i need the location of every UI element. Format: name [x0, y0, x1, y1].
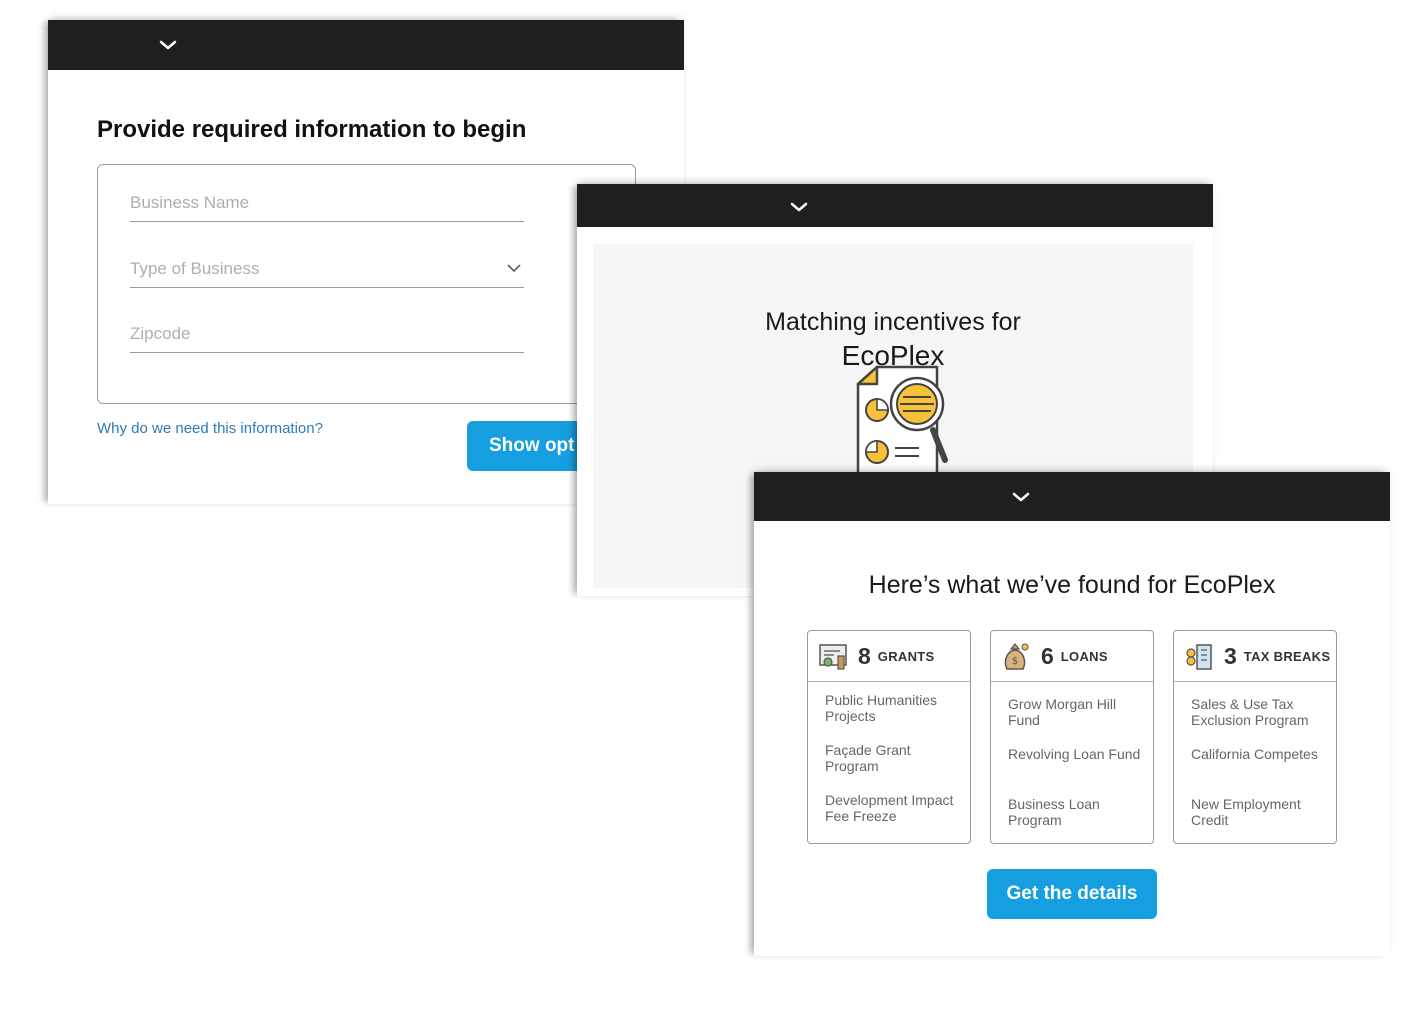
coins-building-icon: [1186, 644, 1212, 670]
money-bag-icon: $: [1004, 643, 1029, 670]
tax-breaks-list: Sales & Use Tax Exclusion Program Califo…: [1174, 682, 1336, 830]
get-details-button[interactable]: Get the details: [987, 869, 1157, 919]
list-item: Revolving Loan Fund: [1008, 746, 1141, 762]
matching-heading: Matching incentives for EcoPlex: [593, 306, 1193, 372]
grants-list: Public Humanities Projects Façade Grant …: [808, 682, 970, 826]
panel-header-bar: [754, 472, 1390, 521]
business-name-input[interactable]: Business Name: [130, 193, 524, 222]
card-header: 8 GRANTS: [808, 631, 970, 682]
grants-card[interactable]: 8 GRANTS Public Humanities Projects Faça…: [807, 630, 971, 844]
card-header: $ 6 LOANS: [991, 631, 1153, 682]
loans-card[interactable]: $ 6 LOANS Grow Morgan Hill Fund Revolvin…: [990, 630, 1154, 844]
grants-label: GRANTS: [877, 648, 935, 664]
document-magnifier-icon: [856, 365, 948, 474]
svg-text:$: $: [1012, 656, 1018, 667]
grant-certificate-icon: [819, 644, 847, 670]
list-item: Façade Grant Program: [825, 742, 911, 774]
tax-breaks-count: 3: [1224, 642, 1237, 669]
matching-heading-line1: Matching incentives for: [765, 308, 1021, 336]
list-item: California Competes: [1191, 746, 1318, 762]
list-item: Development Impact Fee Freeze: [825, 792, 954, 824]
tax-breaks-card[interactable]: 3 TAX BREAKS Sales & Use Tax Exclusion P…: [1173, 630, 1337, 844]
chevron-down-icon[interactable]: [1011, 491, 1031, 503]
list-item: Grow Morgan Hill Fund: [1008, 696, 1117, 728]
list-item: New Employment Credit: [1191, 796, 1301, 828]
list-item: Business Loan Program: [1008, 796, 1100, 828]
why-info-link[interactable]: Why do we need this information?: [97, 420, 323, 437]
list-item: Sales & Use Tax Exclusion Program: [1191, 696, 1309, 728]
tax-breaks-label: TAX BREAKS: [1243, 648, 1331, 664]
panel-header-bar: [48, 20, 684, 70]
card-header: 3 TAX BREAKS: [1174, 631, 1336, 682]
chevron-down-icon[interactable]: [789, 201, 809, 213]
form-title: Provide required information to begin: [97, 116, 527, 143]
zipcode-input[interactable]: Zipcode: [130, 324, 524, 353]
loans-list: Grow Morgan Hill Fund Revolving Loan Fun…: [991, 682, 1153, 830]
chevron-down-icon: [507, 264, 521, 273]
list-item: Public Humanities Projects: [825, 692, 938, 724]
chevron-down-icon[interactable]: [158, 39, 178, 51]
business-type-placeholder: Type of Business: [130, 259, 260, 278]
loans-label: LOANS: [1060, 648, 1108, 664]
grants-count: 8: [858, 642, 871, 669]
results-panel: Here’s what we’ve found for EcoPlex 8 GR…: [754, 472, 1390, 956]
business-type-select[interactable]: Type of Business: [130, 259, 524, 288]
results-heading: Here’s what we’ve found for EcoPlex: [868, 571, 1276, 599]
panel-header-bar: [577, 184, 1213, 227]
loans-count: 6: [1041, 642, 1054, 669]
